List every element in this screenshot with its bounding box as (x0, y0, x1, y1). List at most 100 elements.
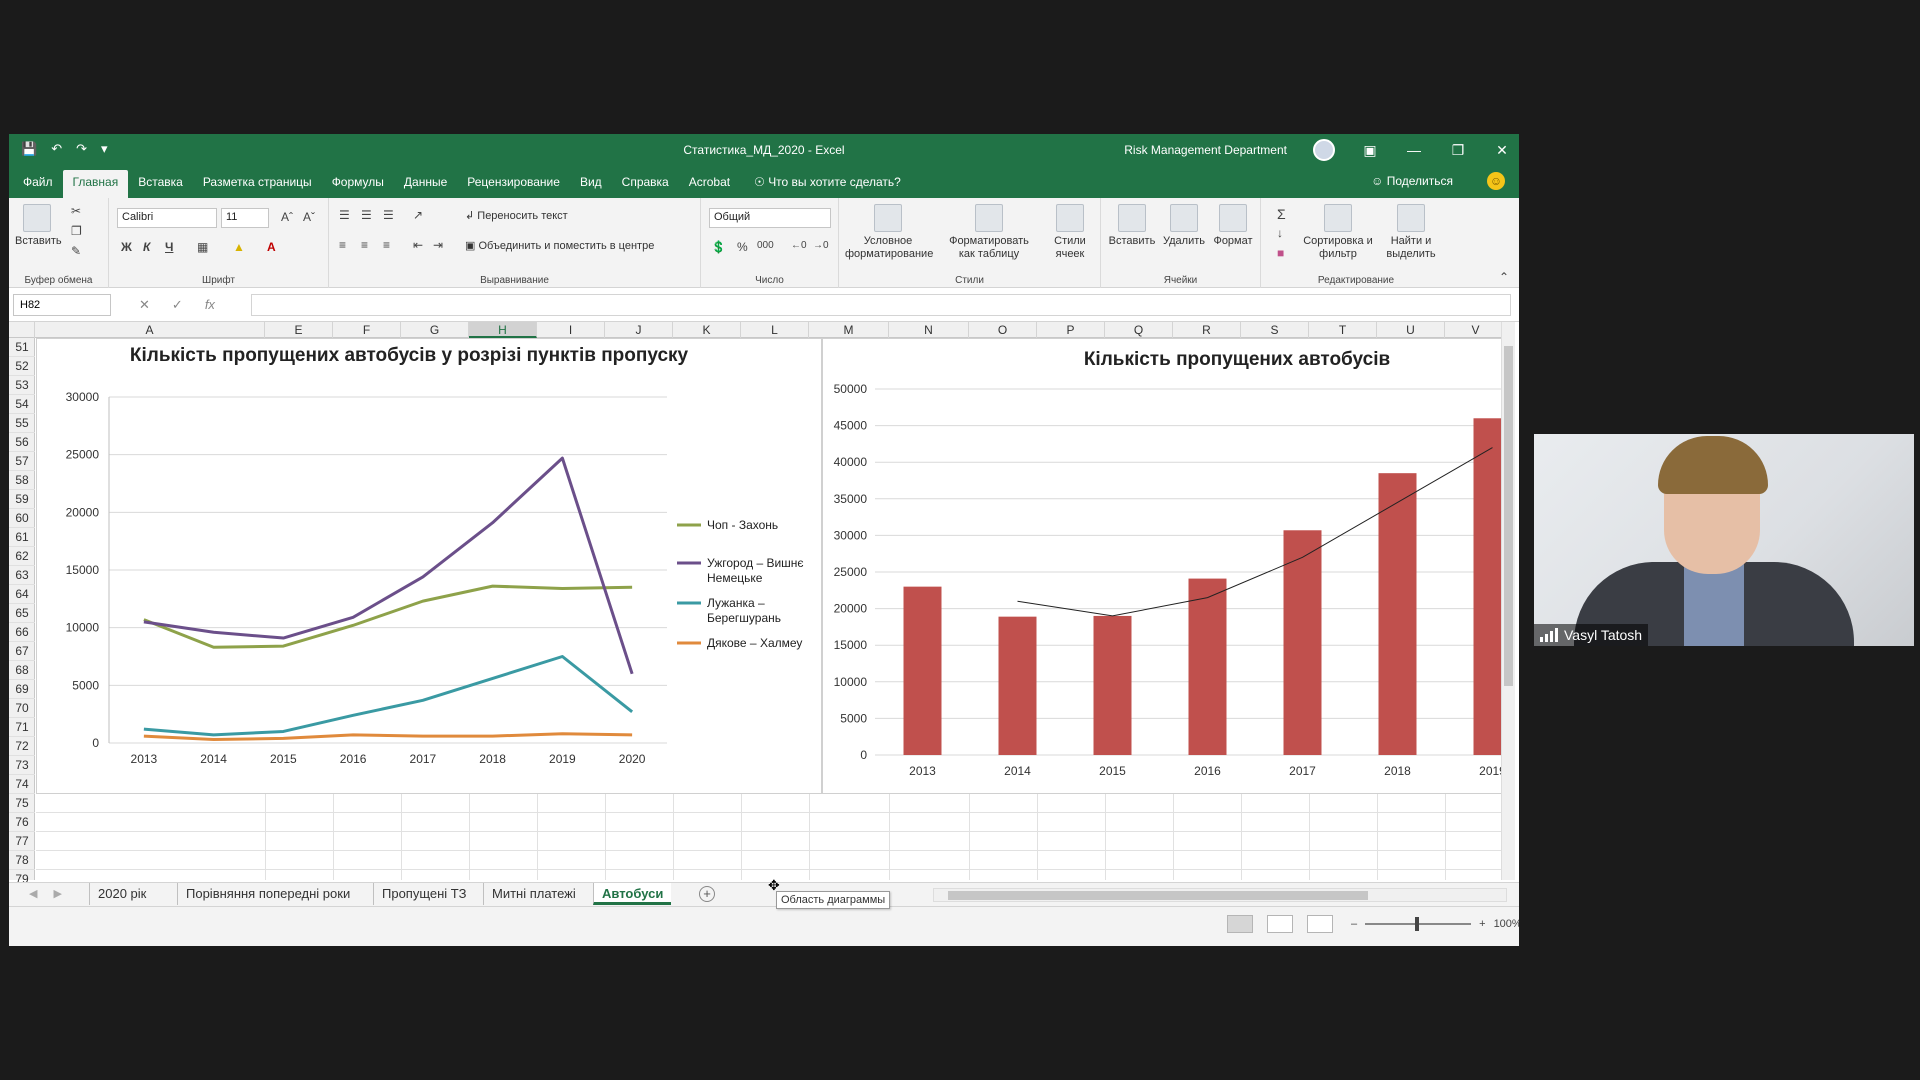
zoom-out-icon[interactable]: – (1351, 918, 1357, 930)
currency-icon[interactable]: 💲 (711, 240, 726, 254)
sheet-tab-vehicles[interactable]: Пропущені ТЗ (373, 883, 474, 905)
bold-button[interactable]: Ж (121, 240, 132, 254)
sheet-tab-customs[interactable]: Митні платежі (483, 883, 584, 905)
column-header[interactable]: V (1445, 322, 1507, 338)
column-header[interactable]: M (809, 322, 889, 338)
chart-bar-total[interactable]: Кількість пропущених автобусів 0 5000 10000… (822, 338, 1509, 794)
share-button[interactable]: ☺ Поделиться (1371, 174, 1453, 188)
find-select-button[interactable]: Найти и выделить (1379, 204, 1443, 261)
decrease-font-icon[interactable]: Aˇ (303, 210, 315, 224)
column-header[interactable]: S (1241, 322, 1309, 338)
column-header[interactable]: F (333, 322, 401, 338)
copy-icon[interactable]: ❐ (71, 224, 82, 238)
zoom-in-icon[interactable]: + (1479, 918, 1485, 930)
row-header[interactable]: 74 (9, 775, 35, 794)
column-header[interactable]: E (265, 322, 333, 338)
delete-cells-button[interactable]: Удалить (1159, 204, 1209, 248)
format-as-table-button[interactable]: Форматировать как таблицу (941, 204, 1037, 261)
next-sheet-icon[interactable]: ▶ (53, 887, 61, 900)
enter-icon[interactable]: ✓ (172, 297, 183, 313)
row-header[interactable]: 60 (9, 509, 35, 528)
zoom-level[interactable]: 100% (1494, 918, 1519, 930)
row-header[interactable]: 73 (9, 756, 35, 775)
worksheet-grid[interactable]: AEFGHIJKLMNOPQRSTUV 51 52 53 54 55 56 57 58 59 60… (9, 322, 1519, 889)
underline-button[interactable]: Ч (165, 240, 173, 254)
vertical-scrollbar[interactable] (1501, 322, 1515, 880)
italic-button[interactable]: К (143, 240, 150, 254)
fill-icon[interactable]: ↓ (1277, 226, 1283, 240)
zoom-slider[interactable] (1365, 917, 1472, 931)
row-header[interactable]: 61 (9, 528, 35, 547)
sheet-tab-comparison[interactable]: Порівняння попередні роки (177, 883, 358, 905)
row-header[interactable]: 52 (9, 357, 35, 376)
row-header[interactable]: 55 (9, 414, 35, 433)
number-format-select[interactable]: Общий (709, 208, 831, 228)
row-header[interactable]: 54 (9, 395, 35, 414)
autosum-icon[interactable]: Σ (1277, 206, 1286, 222)
collapse-ribbon-icon[interactable]: ⌃ (1499, 270, 1509, 284)
cancel-icon[interactable]: ✕ (139, 297, 150, 313)
comma-style-icon[interactable]: 000 (757, 240, 774, 251)
column-header[interactable]: L (741, 322, 809, 338)
zoom-slider-knob[interactable] (1415, 917, 1420, 931)
align-middle-icon[interactable]: ☰ (361, 208, 372, 222)
ribbon-display-icon[interactable]: ▣ (1361, 142, 1379, 159)
conditional-formatting-button[interactable]: Условное форматирование (845, 204, 933, 261)
align-right-icon[interactable]: ≡ (383, 238, 390, 252)
sheet-tab-buses[interactable]: Автобуси (593, 883, 672, 905)
insert-function-icon[interactable]: fx (205, 297, 215, 313)
font-color-icon[interactable]: A (267, 240, 276, 254)
column-header[interactable]: J (605, 322, 673, 338)
row-header[interactable]: 67 (9, 642, 35, 661)
restore-button[interactable]: ❐ (1449, 142, 1467, 159)
page-layout-view-icon[interactable] (1267, 915, 1293, 933)
column-header[interactable]: Q (1105, 322, 1173, 338)
row-header[interactable]: 53 (9, 376, 35, 395)
column-header[interactable]: K (673, 322, 741, 338)
percent-icon[interactable]: % (737, 240, 748, 254)
align-top-icon[interactable]: ☰ (339, 208, 350, 222)
horizontal-scroll-thumb[interactable] (948, 891, 1368, 900)
column-header[interactable]: A (35, 322, 265, 338)
borders-icon[interactable]: ▦ (197, 240, 208, 254)
close-button[interactable]: ✕ (1493, 142, 1511, 159)
row-header[interactable]: 58 (9, 471, 35, 490)
column-header[interactable]: G (401, 322, 469, 338)
align-bottom-icon[interactable]: ☰ (383, 208, 394, 222)
clear-icon[interactable]: ■ (1277, 246, 1284, 260)
column-header[interactable]: H (469, 322, 537, 338)
tab-data[interactable]: Данные (394, 170, 457, 198)
row-header[interactable]: 63 (9, 566, 35, 585)
column-header[interactable]: U (1377, 322, 1445, 338)
normal-view-icon[interactable] (1227, 915, 1253, 933)
sheet-tab-2020[interactable]: 2020 рік (89, 883, 154, 905)
row-header[interactable]: 70 (9, 699, 35, 718)
tab-insert[interactable]: Вставка (128, 170, 193, 198)
row-header[interactable]: 65 (9, 604, 35, 623)
row-header[interactable]: 78 (9, 851, 35, 870)
format-painter-icon[interactable]: ✎ (71, 244, 81, 258)
increase-indent-icon[interactable]: ⇥ (433, 238, 443, 252)
row-header[interactable]: 71 (9, 718, 35, 737)
tab-acrobat[interactable]: Acrobat (679, 170, 740, 198)
sort-filter-button[interactable]: Сортировка и фильтр (1303, 204, 1373, 261)
minimize-button[interactable]: — (1405, 142, 1423, 158)
align-left-icon[interactable]: ≡ (339, 238, 346, 252)
column-header[interactable]: R (1173, 322, 1241, 338)
cut-icon[interactable]: ✂ (71, 204, 81, 218)
cell-styles-button[interactable]: Стили ячеек (1045, 204, 1095, 261)
tab-view[interactable]: Вид (570, 170, 612, 198)
row-header[interactable]: 57 (9, 452, 35, 471)
row-header[interactable]: 72 (9, 737, 35, 756)
row-header[interactable]: 66 (9, 623, 35, 642)
page-break-view-icon[interactable] (1307, 915, 1333, 933)
tab-formulas[interactable]: Формулы (322, 170, 394, 198)
fill-color-icon[interactable]: ▲ (233, 240, 245, 254)
vertical-scroll-thumb[interactable] (1504, 346, 1513, 686)
add-sheet-icon[interactable]: + (699, 886, 715, 902)
align-center-icon[interactable]: ≡ (361, 238, 368, 252)
decrease-decimal-icon[interactable]: →0 (813, 240, 829, 251)
formula-input[interactable] (251, 294, 1511, 316)
name-box[interactable]: H82 (13, 294, 111, 316)
horizontal-scrollbar[interactable] (933, 888, 1507, 902)
